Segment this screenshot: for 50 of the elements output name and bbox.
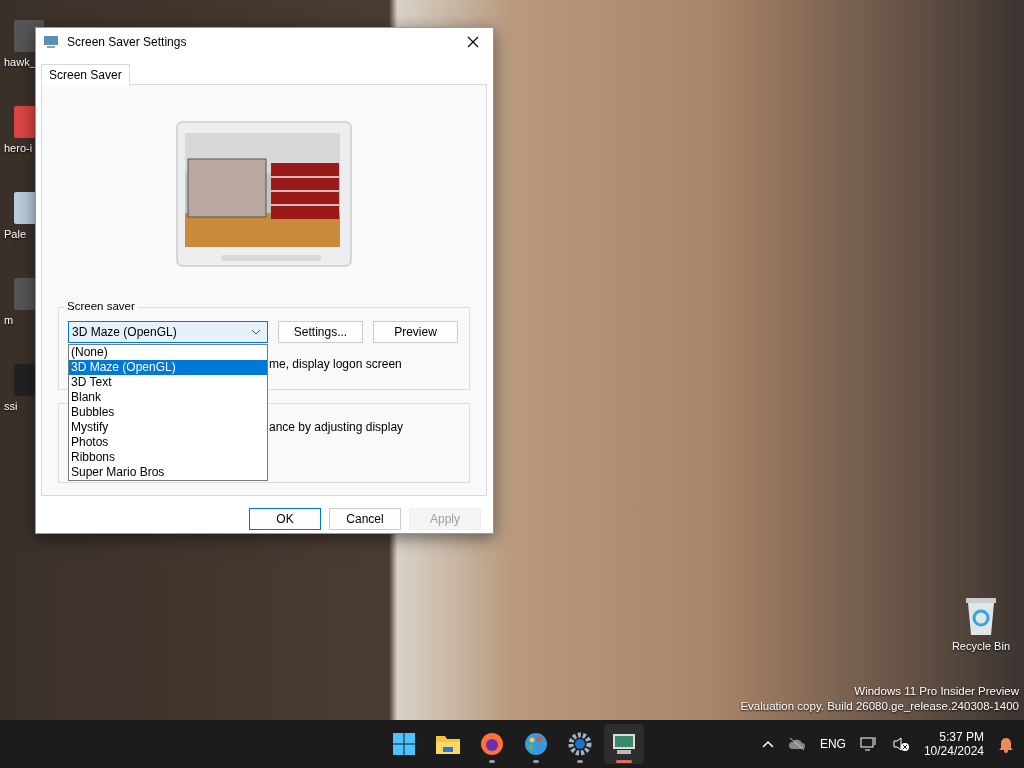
- dropdown-option[interactable]: Bubbles: [69, 405, 267, 420]
- dialog-button[interactable]: Cancel: [329, 508, 401, 530]
- dropdown-option[interactable]: Mystify: [69, 420, 267, 435]
- speaker-muted-icon[interactable]: [891, 736, 910, 752]
- desktop-icon-label[interactable]: m: [4, 314, 14, 326]
- clock-date[interactable]: 10/24/2024: [923, 744, 984, 758]
- chevron-down-icon: [251, 329, 261, 335]
- desktop-icon-label[interactable]: Recycle Bin: [951, 640, 1010, 652]
- tab[interactable]: Screen Saver: [41, 64, 130, 85]
- option-text: me, display logon screen: [269, 357, 402, 371]
- dropdown-option[interactable]: 3D Text: [69, 375, 267, 390]
- dialog-button[interactable]: OK: [249, 508, 321, 530]
- screen-saver-dropdown[interactable]: 3D Maze (OpenGL): [68, 321, 268, 343]
- dropdown-option[interactable]: (None): [69, 345, 267, 360]
- os-notice-text: Windows 11 Pro Insider Preview: [854, 684, 1019, 699]
- taskbar-app[interactable]: [604, 724, 644, 764]
- language-indicator[interactable]: ENG: [819, 737, 846, 751]
- running-indicator: [489, 760, 495, 763]
- preview-button[interactable]: Preview: [373, 321, 458, 343]
- chevron-up-icon[interactable]: [761, 740, 774, 748]
- desktop-icon-label[interactable]: hawk_: [4, 56, 36, 68]
- dropdown-option[interactable]: Blank: [69, 390, 267, 405]
- palette-icon: [524, 732, 548, 756]
- settings-button[interactable]: Settings...: [278, 321, 363, 343]
- running-indicator: [577, 760, 583, 763]
- running-indicator: [616, 760, 632, 763]
- window-title: Screen Saver Settings: [67, 35, 188, 49]
- clock-time[interactable]: 5:37 PM: [939, 730, 984, 744]
- recycle-bin-icon[interactable]: [963, 596, 998, 636]
- description-text: ance by adjusting display: [269, 420, 404, 434]
- gear-icon: [568, 732, 592, 756]
- folder-icon: [435, 733, 461, 755]
- browser-icon: [480, 732, 504, 756]
- desktop-icon-label[interactable]: hero-i: [4, 142, 33, 154]
- dropdown-option[interactable]: Ribbons: [69, 450, 267, 465]
- dropdown-option[interactable]: Super Mario Bros: [69, 465, 267, 480]
- dropdown-option[interactable]: Photos: [69, 435, 267, 450]
- dropdown-option[interactable]: 3D Maze (OpenGL): [69, 360, 267, 375]
- running-indicator: [533, 760, 539, 763]
- close-icon: [467, 36, 479, 48]
- desktop-icon-label[interactable]: ssi: [4, 400, 18, 412]
- cloud-off-icon[interactable]: [787, 737, 806, 751]
- start-icon: [392, 732, 416, 756]
- bell-icon[interactable]: [998, 735, 1014, 753]
- monitor-icon: [612, 733, 636, 755]
- monitor-icon: [43, 35, 59, 49]
- os-notice-text: Evaluation copy. Build 26080.ge_release.240308-1400: [740, 699, 1019, 714]
- desktop-icon-label[interactable]: Pale: [4, 228, 27, 240]
- network-icon[interactable]: [859, 736, 878, 752]
- group-label: Screen saver: [64, 300, 138, 312]
